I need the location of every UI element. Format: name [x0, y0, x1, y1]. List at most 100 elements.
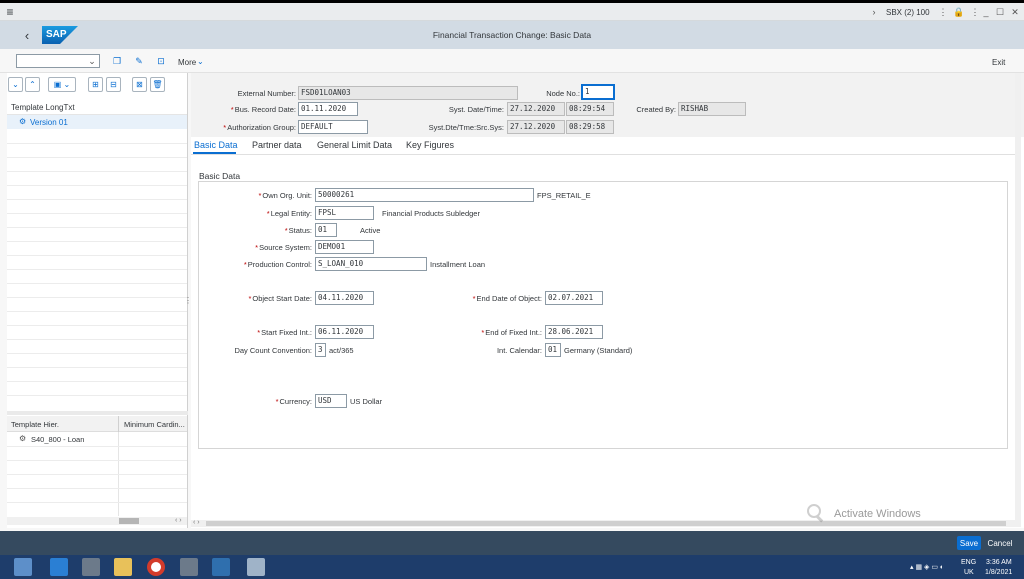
save-button[interactable]: Save: [957, 536, 981, 550]
minimize-icon[interactable]: _: [979, 5, 993, 19]
divider: [7, 227, 187, 228]
tree-item-version[interactable]: ⚙ Version 01: [7, 115, 187, 129]
authorization-group-label: Authorization Group:: [227, 123, 296, 132]
currency-field[interactable]: USD: [315, 394, 347, 408]
day-count-field[interactable]: 3: [315, 343, 326, 357]
command-field[interactable]: ⌄: [16, 54, 100, 68]
object-start-date-field[interactable]: 04.11.2020: [315, 291, 374, 305]
hier-col1-header: Template Hier.: [11, 420, 59, 429]
divider: [7, 353, 187, 354]
divider: [7, 213, 187, 214]
cancel-button[interactable]: Cancel: [986, 536, 1014, 550]
end-date-object-field[interactable]: 02.07.2021: [545, 291, 603, 305]
sap-gui-icon[interactable]: [247, 558, 265, 576]
delete-icon[interactable]: 🗑: [150, 77, 165, 92]
authorization-group-field[interactable]: DEFAULT: [298, 120, 368, 134]
region-indicator[interactable]: UK: [964, 569, 974, 576]
legal-entity-desc: Financial Products Subledger: [382, 209, 480, 218]
hier-item[interactable]: ⚙ S40_800 - Loan: [7, 432, 187, 446]
day-count-desc: act/365: [329, 346, 354, 355]
production-control-field[interactable]: S_LOAN_010: [315, 257, 427, 271]
end-fixed-int-field[interactable]: 28.06.2021: [545, 325, 603, 339]
vertical-scrollbar[interactable]: [1015, 73, 1021, 520]
own-org-unit-field[interactable]: 50000261: [315, 188, 534, 202]
end-fixed-int-label: End of Fixed Int.:: [485, 328, 542, 337]
tree-action-1-icon[interactable]: ⊞: [88, 77, 103, 92]
node-no-field[interactable]: 1: [582, 85, 614, 99]
object-start-date-label: Object Start Date:: [252, 294, 312, 303]
own-org-unit-label: Own Org. Unit:: [262, 191, 312, 200]
divider: [7, 311, 187, 312]
status-field[interactable]: 01: [315, 223, 337, 237]
start-icon[interactable]: [14, 558, 32, 576]
tab-general-limit-data[interactable]: General Limit Data: [317, 140, 392, 150]
file-explorer-icon[interactable]: [114, 558, 132, 576]
server-icon[interactable]: [180, 558, 198, 576]
tab-key-figures[interactable]: Key Figures: [406, 140, 454, 150]
chevron-down-icon[interactable]: ⌄: [87, 55, 97, 67]
tab-basic-data[interactable]: Basic Data: [194, 140, 238, 150]
status-desc: Active: [360, 226, 381, 235]
print-icon[interactable]: ▣ ⌄: [48, 77, 76, 92]
scrollbar-thumb[interactable]: [119, 518, 139, 524]
start-fixed-int-field[interactable]: 06.11.2020: [315, 325, 374, 339]
more-vertical-icon[interactable]: ⋮: [937, 5, 949, 19]
divider: [7, 325, 187, 326]
collapse-all-icon[interactable]: ⌃: [25, 77, 40, 92]
clock-date[interactable]: 1/8/2021: [985, 569, 1012, 576]
expand-all-icon[interactable]: ⌄: [8, 77, 23, 92]
production-control-label: Production Control:: [247, 260, 312, 269]
syst-time-field[interactable]: 08:29:54: [566, 102, 614, 116]
tree-action-2-icon[interactable]: ⊟: [106, 77, 121, 92]
language-indicator[interactable]: ENG: [961, 559, 976, 566]
horizontal-scrollbar[interactable]: ‹ ›: [7, 517, 187, 525]
scroll-left-icon[interactable]: ‹ ›: [193, 519, 200, 526]
lock-icon[interactable]: 🔒: [953, 5, 965, 19]
edit-icon[interactable]: ✎: [132, 54, 146, 68]
server-manager-icon[interactable]: [82, 558, 100, 576]
production-control-desc: Installment Loan: [430, 260, 486, 269]
close-icon[interactable]: ✕: [1008, 5, 1022, 19]
display-icon[interactable]: ⊡: [154, 54, 168, 68]
scroll-arrows-icon[interactable]: ‹ ›: [175, 517, 182, 524]
copy-icon[interactable]: ❐: [110, 54, 124, 68]
created-by-label: Created By:: [636, 105, 676, 114]
currency-desc: US Dollar: [350, 397, 383, 406]
divider: [7, 488, 187, 489]
tray-icons[interactable]: ▴ ▦ ◈ ▭ ◐: [910, 563, 944, 571]
divider: [7, 171, 187, 172]
clock-time[interactable]: 3:36 AM: [986, 559, 1012, 566]
external-number-field[interactable]: FSD01LOAN03: [298, 86, 518, 100]
more-chevron-icon[interactable]: ⌄: [197, 57, 204, 66]
tab-partner-data[interactable]: Partner data: [252, 140, 302, 150]
syst-src-time-field[interactable]: 08:29:58: [566, 120, 614, 134]
scrollbar-thumb[interactable]: [206, 521, 1006, 526]
more-menu[interactable]: More: [178, 58, 196, 67]
system-info[interactable]: SBX (2) 100: [886, 8, 930, 17]
powershell-icon[interactable]: [50, 558, 68, 576]
maximize-icon[interactable]: ☐: [993, 5, 1007, 19]
main-horizontal-scrollbar[interactable]: ‹ ›: [191, 519, 1021, 527]
legal-entity-label: Legal Entity:: [270, 209, 312, 218]
int-calendar-field[interactable]: 01: [545, 343, 561, 357]
syst-src-date-field[interactable]: 27.12.2020: [507, 120, 565, 134]
divider: [7, 143, 187, 144]
divider: [7, 502, 187, 503]
legal-entity-field[interactable]: FPSL: [315, 206, 374, 220]
page-title: Financial Transaction Change: Basic Data: [432, 30, 592, 40]
sap-logon-icon[interactable]: [212, 558, 230, 576]
source-system-field[interactable]: DEMO01: [315, 240, 374, 254]
exit-button[interactable]: Exit: [992, 58, 1005, 67]
splitter-handle[interactable]: [7, 411, 188, 415]
col-divider: [118, 416, 119, 432]
divider: [7, 241, 187, 242]
chrome-icon[interactable]: [147, 558, 165, 576]
chevron-right-icon[interactable]: ›: [868, 5, 880, 19]
bus-record-date-field[interactable]: 01.11.2020: [298, 102, 358, 116]
created-by-field[interactable]: RISHAB: [678, 102, 746, 116]
syst-date-field[interactable]: 27.12.2020: [507, 102, 565, 116]
vertical-splitter-icon[interactable]: ⋮: [184, 295, 192, 305]
hamburger-menu-icon[interactable]: ≡: [3, 5, 17, 19]
own-org-unit-desc: FPS_RETAIL_E: [537, 191, 591, 200]
tree-action-3-icon[interactable]: ⊠: [132, 77, 147, 92]
